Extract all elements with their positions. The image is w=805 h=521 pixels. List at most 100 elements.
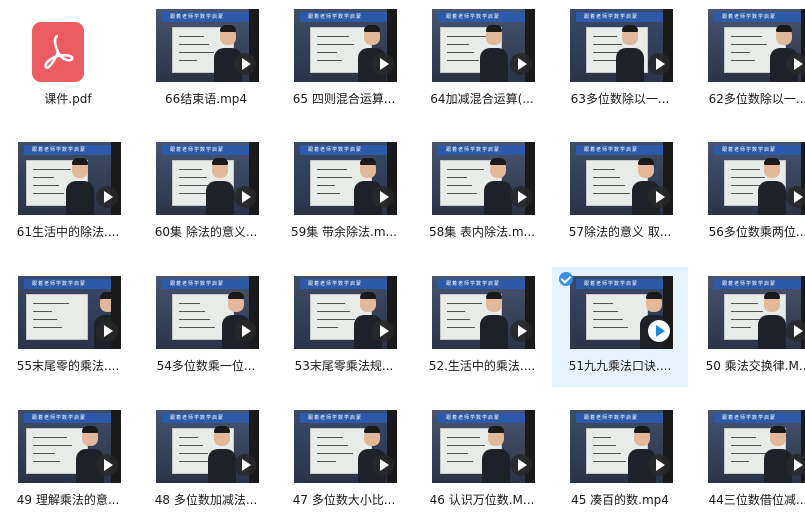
presenter-hair bbox=[228, 292, 244, 299]
file-item[interactable]: 跟着老师学数学启蒙 55末尾零的乘法.... bbox=[0, 267, 136, 387]
video-thumbnail: 跟着老师学数学启蒙 bbox=[432, 276, 535, 349]
video-banner-text: 跟着老师学数学启蒙 bbox=[170, 147, 225, 153]
video-banner-text: 跟着老师学数学启蒙 bbox=[722, 415, 777, 421]
play-icon[interactable] bbox=[96, 454, 118, 476]
file-item[interactable]: 跟着老师学数学启蒙 51九九乘法口诀.... bbox=[552, 267, 688, 387]
presenter bbox=[482, 449, 510, 483]
check-icon[interactable] bbox=[559, 272, 573, 286]
video-thumbnail: 跟着老师学数学启蒙 bbox=[432, 142, 535, 215]
pdf-icon bbox=[32, 22, 84, 82]
play-icon[interactable] bbox=[648, 320, 670, 342]
file-name: 51九九乘法口诀.... bbox=[568, 359, 672, 373]
play-icon[interactable] bbox=[510, 186, 532, 208]
play-icon[interactable] bbox=[234, 320, 256, 342]
presenter bbox=[758, 181, 786, 215]
file-name: 52.生活中的乘法.... bbox=[428, 359, 536, 373]
file-name: 65 四则混合运算... bbox=[292, 92, 396, 106]
play-icon[interactable] bbox=[786, 454, 805, 476]
play-icon[interactable] bbox=[96, 320, 118, 342]
play-icon[interactable] bbox=[786, 53, 805, 75]
file-name: 49 理解乘法的意... bbox=[16, 493, 120, 507]
video-thumbnail: 跟着老师学数学启蒙 bbox=[156, 9, 259, 82]
file-name: 61生活中的除法.... bbox=[16, 225, 120, 239]
file-item[interactable]: 跟着老师学数学启蒙 66结束语.mp4 bbox=[138, 0, 274, 120]
play-icon[interactable] bbox=[372, 186, 394, 208]
presenter bbox=[616, 48, 644, 82]
presenter-hair bbox=[634, 426, 650, 433]
video-thumbnail: 跟着老师学数学启蒙 bbox=[432, 9, 535, 82]
play-icon[interactable] bbox=[234, 186, 256, 208]
video-banner-text: 跟着老师学数学启蒙 bbox=[722, 147, 777, 153]
whiteboard bbox=[26, 294, 88, 340]
play-icon[interactable] bbox=[372, 454, 394, 476]
file-item[interactable]: 跟着老师学数学启蒙 65 四则混合运算... bbox=[276, 0, 412, 120]
presenter-hair bbox=[646, 292, 662, 299]
video-banner-text: 跟着老师学数学启蒙 bbox=[308, 415, 363, 421]
file-item[interactable]: 跟着老师学数学启蒙 64加减混合运算(... bbox=[414, 0, 550, 120]
file-name: 59集 带余除法.m... bbox=[290, 225, 398, 239]
video-thumbnail: 跟着老师学数学启蒙 bbox=[708, 142, 805, 215]
file-item[interactable]: 跟着老师学数学启蒙 57除法的意义 取... bbox=[552, 133, 688, 253]
file-item[interactable]: 跟着老师学数学启蒙 63多位数除以一... bbox=[552, 0, 688, 120]
presenter-hair bbox=[764, 158, 780, 165]
play-icon[interactable] bbox=[510, 53, 532, 75]
video-thumbnail: 跟着老师学数学启蒙 bbox=[570, 142, 673, 215]
file-item[interactable]: 跟着老师学数学启蒙 52.生活中的乘法.... bbox=[414, 267, 550, 387]
file-item[interactable]: 跟着老师学数学启蒙 46 认识万位数.M... bbox=[414, 401, 550, 521]
file-item[interactable]: 跟着老师学数学启蒙 56多位数乘两位... bbox=[690, 133, 805, 253]
presenter-hair bbox=[764, 292, 780, 299]
file-name: 55末尾零的乘法.... bbox=[16, 359, 120, 373]
presenter bbox=[208, 449, 236, 483]
video-thumbnail: 跟着老师学数学启蒙 bbox=[294, 410, 397, 483]
play-icon[interactable] bbox=[234, 454, 256, 476]
file-item[interactable]: 跟着老师学数学启蒙 62多位数除以一... bbox=[690, 0, 805, 120]
play-icon[interactable] bbox=[648, 186, 670, 208]
play-icon[interactable] bbox=[372, 320, 394, 342]
video-banner-text: 跟着老师学数学启蒙 bbox=[722, 281, 777, 287]
presenter-hair bbox=[776, 25, 792, 32]
video-banner-text: 跟着老师学数学启蒙 bbox=[170, 415, 225, 421]
file-item[interactable]: 跟着老师学数学启蒙 53末尾零乘法规... bbox=[276, 267, 412, 387]
file-item[interactable]: 课件.pdf bbox=[0, 0, 136, 120]
presenter-hair bbox=[364, 426, 380, 433]
file-item[interactable]: 跟着老师学数学启蒙 44三位数借位减... bbox=[690, 401, 805, 521]
play-icon[interactable] bbox=[648, 454, 670, 476]
file-name: 56多位数乘两位... bbox=[708, 225, 805, 239]
video-thumbnail: 跟着老师学数学启蒙 bbox=[294, 9, 397, 82]
presenter-hair bbox=[82, 426, 98, 433]
presenter-hair bbox=[360, 292, 376, 299]
video-banner-text: 跟着老师学数学启蒙 bbox=[446, 415, 501, 421]
file-item[interactable]: 跟着老师学数学启蒙 45 凑百的数.mp4 bbox=[552, 401, 688, 521]
file-name: 60集 除法的意义... bbox=[154, 225, 258, 239]
file-item[interactable]: 跟着老师学数学启蒙 47 多位数大小比... bbox=[276, 401, 412, 521]
video-thumbnail: 跟着老师学数学启蒙 bbox=[570, 9, 673, 82]
file-item[interactable]: 跟着老师学数学启蒙 54多位数乘一位... bbox=[138, 267, 274, 387]
video-thumbnail: 跟着老师学数学启蒙 bbox=[570, 410, 673, 483]
file-item[interactable]: 跟着老师学数学启蒙 48 多位数加减法... bbox=[138, 401, 274, 521]
presenter-hair bbox=[486, 25, 502, 32]
video-banner-text: 跟着老师学数学启蒙 bbox=[722, 14, 777, 20]
play-icon[interactable] bbox=[648, 53, 670, 75]
video-banner-text: 跟着老师学数学启蒙 bbox=[308, 14, 363, 20]
file-item[interactable]: 跟着老师学数学启蒙 61生活中的除法.... bbox=[0, 133, 136, 253]
file-item[interactable]: 跟着老师学数学启蒙 49 理解乘法的意... bbox=[0, 401, 136, 521]
play-icon[interactable] bbox=[510, 320, 532, 342]
video-thumbnail: 跟着老师学数学启蒙 bbox=[570, 276, 673, 349]
play-icon[interactable] bbox=[786, 186, 805, 208]
play-icon[interactable] bbox=[96, 186, 118, 208]
file-item[interactable]: 跟着老师学数学启蒙 59集 带余除法.m... bbox=[276, 133, 412, 253]
video-banner-text: 跟着老师学数学启蒙 bbox=[446, 14, 501, 20]
file-item[interactable]: 跟着老师学数学启蒙 50 乘法交换律.M... bbox=[690, 267, 805, 387]
file-name: 54多位数乘一位... bbox=[156, 359, 256, 373]
presenter-hair bbox=[638, 158, 654, 165]
video-banner-text: 跟着老师学数学启蒙 bbox=[584, 415, 639, 421]
play-icon[interactable] bbox=[786, 320, 805, 342]
video-thumbnail: 跟着老师学数学启蒙 bbox=[708, 410, 805, 483]
file-name: 58集 表内除法.m... bbox=[428, 225, 536, 239]
video-banner-text: 跟着老师学数学启蒙 bbox=[32, 415, 87, 421]
play-icon[interactable] bbox=[510, 454, 532, 476]
play-icon[interactable] bbox=[372, 53, 394, 75]
file-item[interactable]: 跟着老师学数学启蒙 60集 除法的意义... bbox=[138, 133, 274, 253]
file-item[interactable]: 跟着老师学数学启蒙 58集 表内除法.m... bbox=[414, 133, 550, 253]
play-icon[interactable] bbox=[234, 53, 256, 75]
